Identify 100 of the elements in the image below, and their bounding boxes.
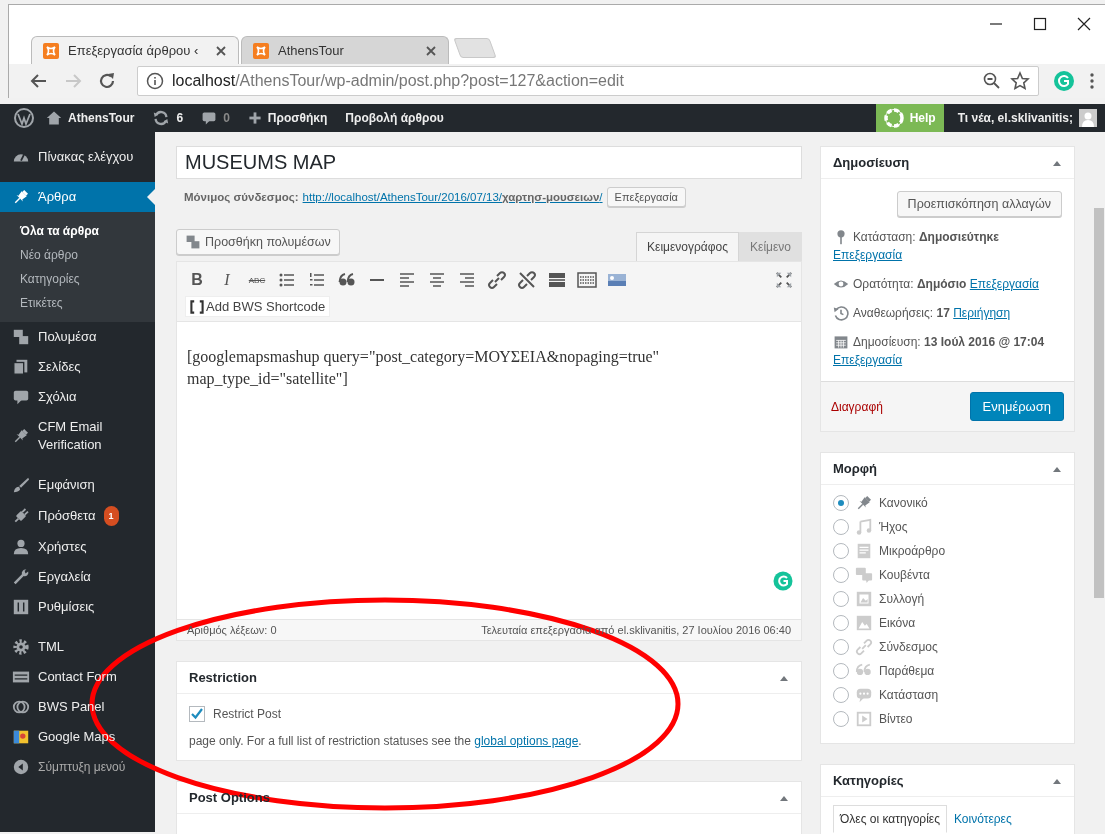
account-menu[interactable]: Τι νέα, el.sklivanitis; <box>949 109 1105 127</box>
view-post-link[interactable]: Προβολή άρθρου <box>339 111 450 125</box>
browser-tab[interactable]: AthensTour <box>241 36 449 64</box>
submenu-item[interactable]: Ετικέτες <box>0 291 155 315</box>
menu-item[interactable]: Άρθρα <box>0 182 155 212</box>
format-label: Κατάσταση <box>879 688 939 702</box>
menu-item[interactable]: Εμφάνιση <box>0 470 155 500</box>
menu-item[interactable]: Πολυμέσα <box>0 322 155 352</box>
checkbox-label: Restrict Post <box>213 707 281 721</box>
permalink-label: Μόνιμος σύνδεσμος: <box>184 191 299 203</box>
close-icon <box>214 43 228 58</box>
link-icon <box>855 638 873 656</box>
checkbox[interactable] <box>189 706 205 722</box>
read-more-icon <box>547 270 567 290</box>
edit-permalink-button[interactable]: Επεξεργασία <box>606 187 686 207</box>
fullscreen-icon[interactable] <box>775 271 793 289</box>
site-link[interactable]: AthensTour <box>40 110 141 126</box>
rings-icon <box>12 698 30 716</box>
delete-link[interactable]: Διαγραφή <box>831 399 883 414</box>
zoom-out-icon[interactable] <box>982 71 1002 91</box>
radio-button[interactable] <box>833 519 849 535</box>
unlink-button[interactable] <box>515 268 539 292</box>
radio-button[interactable] <box>833 639 849 655</box>
star-icon[interactable] <box>1010 71 1030 91</box>
map-icon <box>12 728 30 746</box>
more-menu-icon[interactable] <box>1089 72 1095 90</box>
detail-link[interactable]: Επεξεργασία <box>833 248 903 262</box>
plus-icon <box>247 111 262 125</box>
pin-icon <box>855 494 873 512</box>
chat-icon <box>855 566 873 584</box>
radio-button[interactable] <box>833 567 849 583</box>
radio-button[interactable] <box>833 543 849 559</box>
close-icon[interactable] <box>1077 17 1091 31</box>
add-media-button[interactable]: Προσθήκη πολυμέσων <box>176 229 340 255</box>
menu-item[interactable]: CFM Email Verification <box>0 412 155 460</box>
menu-item[interactable]: Χρήστες <box>0 532 155 562</box>
italic-button[interactable]: I <box>215 268 239 292</box>
detail-link[interactable]: Επεξεργασία <box>969 277 1039 291</box>
video-icon <box>855 710 873 728</box>
shortcode-button[interactable]: Add BWS Shortcode <box>185 296 331 317</box>
editor-tab[interactable]: Κειμενογράφος <box>636 232 740 261</box>
radio-button[interactable] <box>833 615 849 631</box>
gallery-icon <box>855 590 873 608</box>
submenu-item[interactable]: Όλα τα άρθρα <box>0 219 155 243</box>
menu-item[interactable]: Ρυθμίσεις <box>0 592 155 622</box>
shortcode-text: [googlemapsmashup query="post_category=ΜΟΥΣΕΙΑ&nopaging=true" map_type_id="satellite"] <box>187 348 660 387</box>
radio-button[interactable] <box>833 687 849 703</box>
publish-detail: Κατάσταση: Δημοσιεύτηκε Επεξεργασία <box>833 228 1000 264</box>
submenu-item[interactable]: Κατηγορίες <box>0 267 155 291</box>
submenu-item[interactable]: Νέο άρθρο <box>0 243 155 267</box>
update-button[interactable]: Ενημέρωση <box>969 392 1064 421</box>
bold-button[interactable]: B <box>185 268 209 292</box>
logo-icon[interactable] <box>14 108 34 128</box>
address-bar[interactable]: localhost/AthensTour/wp-admin/post.php?post=127&action=edit <box>137 66 1039 96</box>
browser-tab[interactable]: Επεξεργασία άρθρου ‹ <box>31 36 239 64</box>
preview-button[interactable]: Προεπισκόπηση αλλαγών <box>896 191 1062 217</box>
menu-item[interactable]: Πίνακας ελέγχου <box>0 142 155 172</box>
category-tab[interactable]: Κοινότερες <box>946 805 1019 833</box>
editor-content[interactable]: [googlemapsmashup query="post_category=ΜΟΥΣΕΙΑ&nopaging=true" map_type_id="satellite"] <box>176 322 802 620</box>
radio-button[interactable] <box>833 495 849 511</box>
brush-icon <box>12 476 30 494</box>
radio-button[interactable] <box>833 663 849 679</box>
menu-item[interactable]: Σχόλια <box>0 382 155 412</box>
panel-title: Μορφή <box>833 461 878 476</box>
menu-item[interactable]: Πρόσθετα 1 <box>0 500 155 532</box>
menu-item[interactable]: Εργαλεία <box>0 562 155 592</box>
permalink-link[interactable]: http://localhost/AthensTour/2016/07/13/χαρτησ-μουσειων/ <box>302 191 603 203</box>
detail-link[interactable]: Επεξεργασία <box>833 353 903 367</box>
link-button[interactable] <box>485 268 509 292</box>
reload-icon[interactable] <box>97 71 117 91</box>
close-tab-button[interactable] <box>424 43 438 58</box>
menu-item[interactable]: Σελίδες <box>0 352 155 382</box>
strike-button[interactable]: ABC <box>245 268 269 292</box>
align-right-icon <box>457 270 477 290</box>
new-link[interactable]: Προσθήκη <box>241 111 334 125</box>
keyboard-icon <box>577 270 597 290</box>
comments-link[interactable]: 0 <box>195 110 236 126</box>
close-tab-button[interactable] <box>214 43 228 58</box>
detail-link[interactable]: Περιήγηση <box>953 306 1011 320</box>
note-icon <box>855 542 873 560</box>
category-tab[interactable]: Όλες οι κατηγορίες <box>833 805 947 833</box>
menu-item[interactable]: Σύμπτυξη μενού <box>0 752 155 782</box>
word-count: Αριθμός λέξεων: 0 <box>187 624 277 636</box>
horizontal-line-icon <box>370 279 384 281</box>
radio-button[interactable] <box>833 591 849 607</box>
user-icon <box>12 538 30 556</box>
count-badge: 1 <box>103 506 119 526</box>
format-label: Ήχος <box>879 520 908 534</box>
format-label: Κουβέντα <box>879 568 930 582</box>
updates-link[interactable]: 6 <box>146 109 190 127</box>
menu-item[interactable]: TML <box>0 632 155 662</box>
music-note-icon <box>855 518 873 536</box>
maximize-icon[interactable] <box>1033 17 1047 31</box>
editor-tab[interactable]: Κείμενο <box>739 232 802 261</box>
panel-title: Κατηγορίες <box>833 773 904 788</box>
format-label: Εικόνα <box>879 616 916 630</box>
radio-button[interactable] <box>833 711 849 727</box>
title-field[interactable]: MUSEUMS MAP <box>176 146 802 179</box>
settings-icon <box>12 598 30 616</box>
pin-icon <box>12 188 30 206</box>
